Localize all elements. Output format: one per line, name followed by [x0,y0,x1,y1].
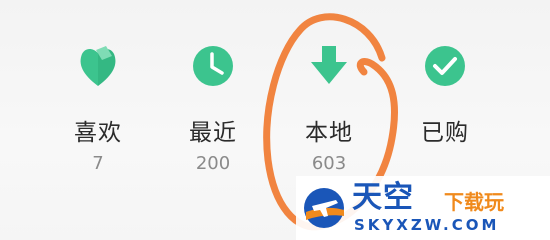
nav-item-count: 7 [92,153,104,174]
check-circle-icon [425,46,465,86]
airplane-logo-icon [304,188,344,228]
nav-item-recent[interactable]: 最近 200 [163,44,263,174]
app-screen: 喜欢 7 最近 200 本地 603 已购 天空 下载玩 SKYXZW.COM [0,0,550,240]
nav-item-count: 200 [195,153,231,174]
nav-item-label: 本地 [305,120,353,146]
clock-icon [193,46,233,86]
site-watermark: 天空 下载玩 SKYXZW.COM [296,176,550,240]
watermark-brand: 天空 [352,180,414,215]
nav-item-purchased[interactable]: 已购 [395,44,495,154]
heart-leaf-icon [80,46,116,86]
nav-item-local[interactable]: 本地 603 [279,44,379,174]
nav-item-label: 最近 [189,120,237,146]
watermark-tagline: 下载玩 [444,190,504,214]
watermark-url: SKYXZW.COM [354,216,500,234]
download-arrow-icon [311,46,347,84]
nav-item-count: 603 [311,153,347,174]
nav-item-label: 已购 [421,120,469,146]
nav-item-label: 喜欢 [74,120,122,146]
nav-item-favorites[interactable]: 喜欢 7 [48,44,148,174]
